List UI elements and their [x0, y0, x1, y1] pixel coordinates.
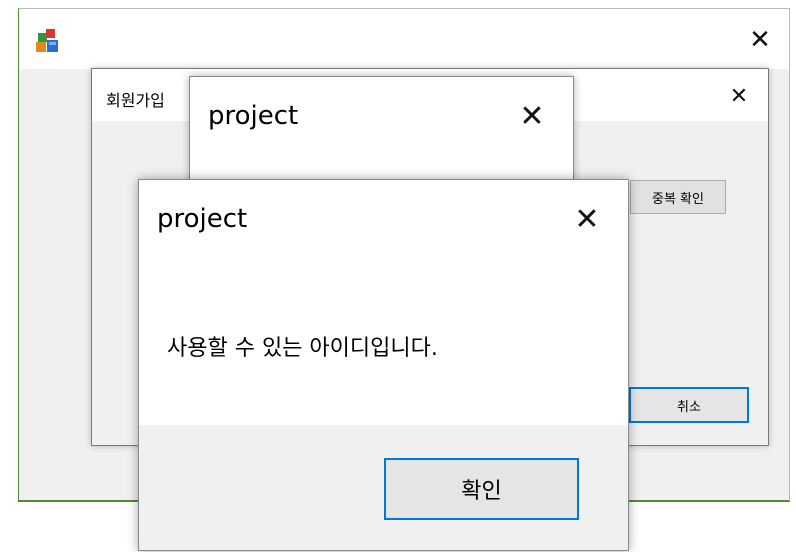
close-icon: ✕: [519, 98, 545, 134]
main-close-button[interactable]: ✕: [743, 23, 777, 57]
dialog-message: 사용할 수 있는 아이디입니다.: [167, 336, 438, 361]
signup-close-button[interactable]: ✕: [724, 81, 754, 111]
close-icon: ✕: [729, 83, 749, 109]
dialog-front-close-button[interactable]: ✕: [568, 200, 606, 238]
app-cubes-icon: [36, 29, 58, 52]
cancel-button[interactable]: 취소: [629, 387, 749, 423]
ok-button[interactable]: 확인: [384, 458, 579, 520]
main-titlebar[interactable]: ✕: [19, 9, 789, 69]
duplicate-check-button[interactable]: 중복 확인: [630, 180, 726, 214]
dialog-body: project ✕ 사용할 수 있는 아이디입니다.: [139, 180, 628, 425]
project-dialog-front: project ✕ 사용할 수 있는 아이디입니다. 확인: [138, 179, 629, 551]
dialog-title: project: [157, 204, 248, 234]
signup-window-title: 회원가입: [106, 91, 165, 110]
dialog-back-close-button[interactable]: ✕: [513, 97, 551, 135]
close-icon: ✕: [574, 201, 600, 237]
close-icon: ✕: [749, 25, 771, 55]
dialog-title: project: [208, 101, 299, 131]
